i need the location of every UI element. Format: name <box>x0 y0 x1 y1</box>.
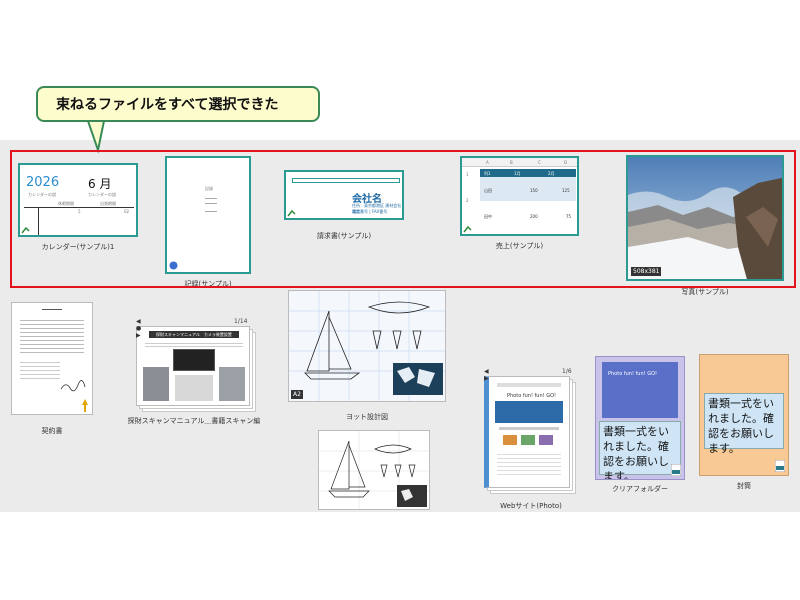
clear-folder-caption: クリアフォルダー <box>612 485 668 493</box>
website-card <box>503 435 517 445</box>
website-text <box>499 427 559 430</box>
scan-manual-caption: 探財スキャンマニュアル＿書籍スキャン編 <box>127 417 261 425</box>
page-counter: 1/14 <box>234 318 248 325</box>
scan-manual-header: 探財スキャンマニュアル カメラ装置設置 <box>149 331 239 338</box>
scan-photo <box>143 367 169 401</box>
envelope-sticky-note: 書類一式をいれました。確認をお願いします。 <box>704 393 784 455</box>
website-text <box>497 451 561 475</box>
website-caption: Webサイト(Photo) <box>500 502 562 510</box>
scan-manual-text <box>145 341 243 347</box>
contract-caption: 契約書 <box>41 427 63 435</box>
yacht-thumbnail[interactable]: A2 <box>288 290 446 402</box>
file-type-icon <box>671 464 681 476</box>
page-nav-arrows[interactable]: ◀ ● ▶ <box>136 318 141 339</box>
website-hero <box>495 401 563 423</box>
website-card <box>539 435 553 445</box>
folder-sticky-note: 書類一式をいれました。確認をお願いします。 <box>599 421 681 479</box>
paper-size-badge: A2 <box>291 390 303 399</box>
callout-annotation: 束ねるファイルをすべて選択できた <box>36 86 320 122</box>
scan-device-image <box>173 349 215 371</box>
scan-manual-thumbnail[interactable]: 探財スキャンマニュアル カメラ装置設置 <box>136 326 250 406</box>
folder-note-text: 書類一式をいれました。確認をお願いします。 <box>603 425 669 480</box>
folder-page-title: Photo fun! fun! GO! <box>608 371 658 377</box>
file-type-icon <box>775 460 785 472</box>
contract-title-line <box>42 309 62 310</box>
callout-text: 束ねるファイルをすべて選択できた <box>56 97 279 113</box>
blueprint-drawing <box>319 431 429 509</box>
website-card <box>521 435 535 445</box>
website-title: Photo fun! fun! GO! <box>507 393 557 399</box>
envelope-caption: 封筒 <box>737 482 751 490</box>
envelope-note-text: 書類一式をいれました。確認をお願いします。 <box>708 397 774 455</box>
page-counter: 1/6 <box>562 368 572 375</box>
website-thumbnail[interactable]: Photo fun! fun! GO! <box>484 376 570 488</box>
photo-caption: 写真(サンプル) <box>681 288 729 296</box>
blueprint-2-thumbnail[interactable] <box>318 430 430 510</box>
contract-thumbnail[interactable] <box>11 302 93 415</box>
yacht-caption: ヨット設計図 <box>346 413 388 421</box>
page-nav-arrows[interactable]: ◀ ▶ <box>484 368 489 382</box>
signature-mark <box>60 380 86 392</box>
callout-tail <box>86 120 106 154</box>
selection-rectangle <box>10 150 796 288</box>
seal-icon <box>82 399 88 412</box>
scan-photo <box>175 375 213 401</box>
website-nav <box>497 383 561 387</box>
clear-folder-thumbnail[interactable]: Photo fun! fun! GO! 書類一式をいれました。確認をお願いします… <box>595 356 685 480</box>
contract-text-block <box>20 317 84 355</box>
envelope-thumbnail[interactable]: 書類一式をいれました。確認をお願いします。 <box>699 354 789 476</box>
scan-photo <box>219 367 245 401</box>
blueprint-drawing <box>289 291 445 401</box>
contract-text-block <box>20 359 60 379</box>
